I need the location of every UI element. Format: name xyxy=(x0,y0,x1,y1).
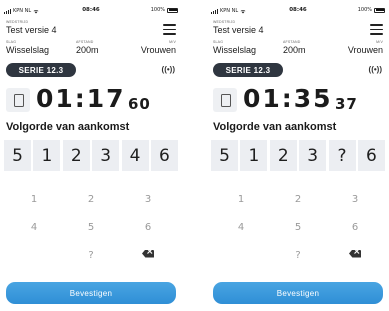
wedstrijd-name: Test versie 4 xyxy=(6,25,57,35)
serie-badge[interactable]: SERIE 12.3 xyxy=(6,63,76,77)
backspace-icon xyxy=(142,249,154,258)
arrival-order: 512346 xyxy=(4,140,178,171)
keypad-key[interactable]: 1 xyxy=(6,194,62,205)
number-keypad: 1 2 3 4 5 6? xyxy=(213,185,383,269)
keypad-key[interactable]: ? xyxy=(63,250,119,261)
arrival-position[interactable]: 3 xyxy=(92,140,120,171)
keypad-key[interactable]: 5 xyxy=(63,222,119,233)
broadcast-icon: ((•)) xyxy=(161,65,175,74)
keypad-key[interactable]: 1 xyxy=(213,194,269,205)
lap-tap-button[interactable] xyxy=(6,88,30,112)
broadcast-icon: ((•)) xyxy=(368,65,382,74)
phone-screen-left: KPN NL 08:46 100% WEDSTRIJD Test versie … xyxy=(0,0,182,311)
volgorde-title: Volgorde van aankomst xyxy=(213,121,337,133)
keypad-key[interactable]: 4 xyxy=(6,222,62,233)
keypad-key[interactable]: 6 xyxy=(327,222,383,233)
arrival-order: 5 1 2 3? 6 xyxy=(211,140,385,171)
status-bar: KPN NL 08:46 100% xyxy=(4,7,178,17)
keypad-row: ? xyxy=(213,241,383,269)
keypad-row: ? xyxy=(6,241,176,269)
backspace-key[interactable] xyxy=(120,249,176,261)
timer-row: 01:35 37 xyxy=(211,84,385,116)
keypad-row: 456 xyxy=(213,213,383,241)
status-bar: KPN NL 08:46 100% xyxy=(211,7,385,17)
mv-value: Vrouwen xyxy=(140,45,176,55)
arrival-position[interactable]: 3 xyxy=(299,140,327,171)
afstand-value: 200m xyxy=(76,45,99,55)
afstand-label: AFSTAND xyxy=(283,40,301,44)
slag-label: SLAG xyxy=(213,40,224,44)
slag-label: SLAG xyxy=(6,40,17,44)
mv-label: M/V xyxy=(169,40,176,44)
slag-value: Wisselslag xyxy=(6,45,50,55)
keypad-key[interactable]: 6 xyxy=(120,222,176,233)
timer-row: 01:17 60 xyxy=(4,84,178,116)
keypad-row: 123 xyxy=(6,185,176,213)
arrival-position[interactable]: 6 xyxy=(150,140,178,171)
mv-value: Vrouwen xyxy=(347,45,383,55)
keypad-row: 123 xyxy=(213,185,383,213)
wedstrijd-name: Test versie 4 xyxy=(213,25,264,35)
keypad-row: 456 xyxy=(6,213,176,241)
afstand-value: 200m xyxy=(283,45,306,55)
race-info: SLAG Wisselslag AFSTAND 200m M/V Vrouwen xyxy=(213,40,383,60)
arrival-position[interactable]: ? xyxy=(328,140,356,171)
keypad-key[interactable]: 5 xyxy=(270,222,326,233)
arrival-position[interactable]: 1 xyxy=(240,140,268,171)
slag-value: Wisselslag xyxy=(213,45,257,55)
timer-main: 01:35 xyxy=(243,84,333,113)
arrival-position[interactable]: 2 xyxy=(269,140,297,171)
bevestigen-button[interactable]: Bevestigen xyxy=(6,282,176,304)
battery-icon xyxy=(167,7,178,13)
keypad-key[interactable]: 2 xyxy=(63,194,119,205)
keypad-key[interactable]: 4 xyxy=(213,222,269,233)
timer-hundredths: 37 xyxy=(335,95,358,113)
wedstrijd-label: WEDSTRIJD xyxy=(6,20,29,24)
backspace-icon xyxy=(349,249,361,258)
serie-badge[interactable]: SERIE 12.3 xyxy=(213,63,283,77)
arrival-position[interactable]: 2 xyxy=(62,140,90,171)
afstand-label: AFSTAND xyxy=(76,40,94,44)
keypad-key[interactable]: 2 xyxy=(270,194,326,205)
battery-percent: 100% xyxy=(150,7,165,13)
arrival-position[interactable]: 1 xyxy=(33,140,61,171)
hamburger-menu-icon[interactable] xyxy=(370,24,383,35)
arrival-position[interactable]: 4 xyxy=(121,140,149,171)
battery-icon xyxy=(374,7,385,13)
arrival-position[interactable]: 5 xyxy=(211,140,238,171)
arrival-position[interactable]: 5 xyxy=(4,140,31,171)
wedstrijd-label: WEDSTRIJD xyxy=(213,20,236,24)
number-keypad: 1 2 3 4 5 6? xyxy=(6,185,176,269)
volgorde-title: Volgorde van aankomst xyxy=(6,121,130,133)
backspace-key[interactable] xyxy=(327,249,383,261)
keypad-key[interactable]: ? xyxy=(270,250,326,261)
race-info: SLAG Wisselslag AFSTAND 200m M/V Vrouwen xyxy=(6,40,176,60)
hamburger-menu-icon[interactable] xyxy=(163,24,176,35)
bevestigen-button[interactable]: Bevestigen xyxy=(213,282,383,304)
keypad-key[interactable]: 3 xyxy=(327,194,383,205)
timer-main: 01:17 xyxy=(36,84,126,113)
arrival-position[interactable]: 6 xyxy=(357,140,385,171)
lap-tap-button[interactable] xyxy=(213,88,237,112)
battery-percent: 100% xyxy=(357,7,372,13)
timer-hundredths: 60 xyxy=(128,95,151,113)
mv-label: M/V xyxy=(376,40,383,44)
keypad-key[interactable]: 3 xyxy=(120,194,176,205)
phone-screen-right: KPN NL 08:46 100% WEDSTRIJD Test versie … xyxy=(207,0,389,311)
